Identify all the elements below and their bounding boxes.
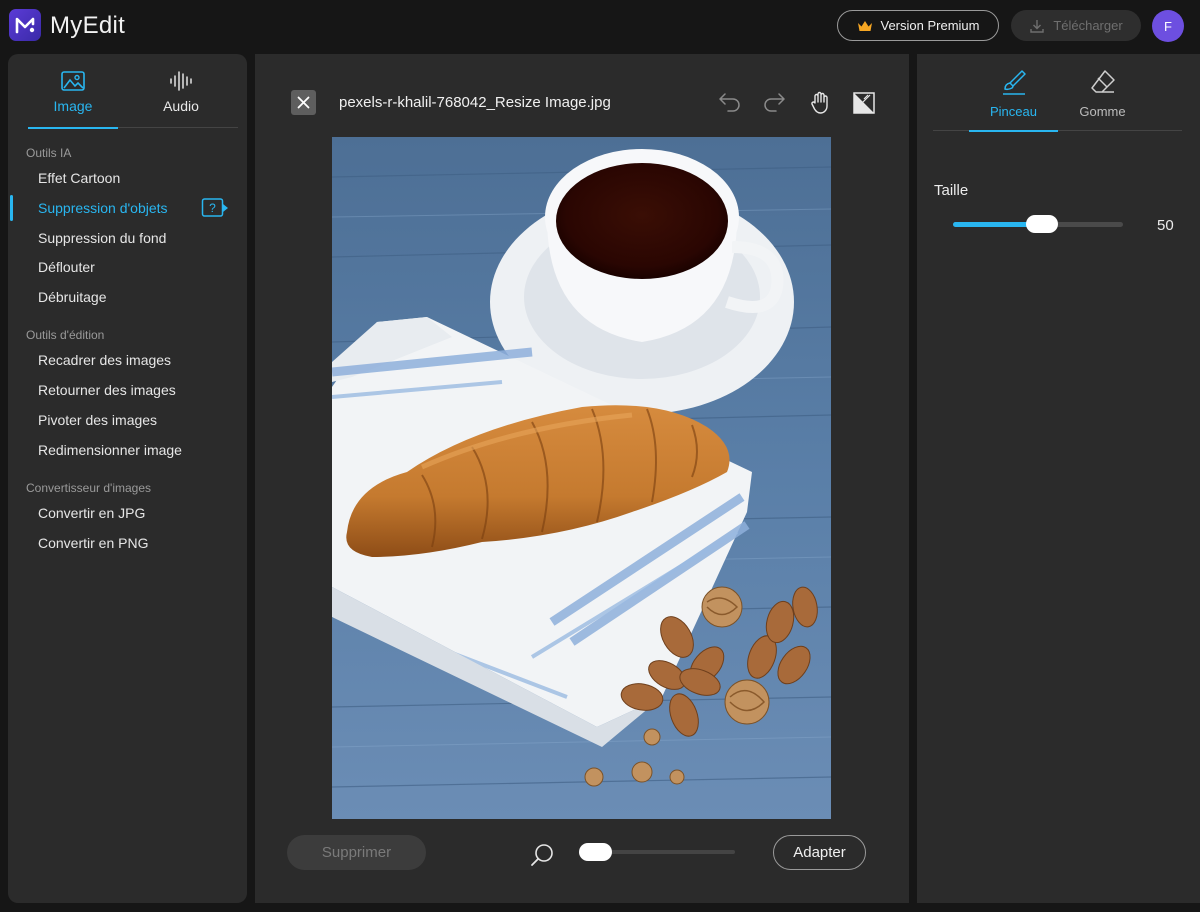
- image-canvas[interactable]: [332, 137, 831, 819]
- sidebar-item-label: Recadrer des images: [38, 352, 172, 368]
- sidebar-item-label: Suppression du fond: [38, 230, 167, 246]
- sidebar-item-label: Convertir en JPG: [38, 505, 146, 521]
- sidebar-item-label: Redimensionner image: [38, 442, 182, 458]
- svg-text:?: ?: [209, 201, 216, 215]
- brush-tabs: Pinceau Gomme: [933, 68, 1182, 132]
- sidebar-item-object-removal[interactable]: Suppression d'objets ?: [8, 194, 247, 222]
- tab-brush-label: Pinceau: [990, 104, 1037, 119]
- brush-icon: [1002, 70, 1026, 95]
- section-title-edit-tools: Outils d'édition: [26, 328, 105, 342]
- download-icon: [1030, 19, 1045, 33]
- left-sidebar: Image Audio Outils IA Effet Cartoon Supp…: [8, 54, 247, 903]
- redo-icon: [764, 93, 785, 112]
- zoom-slider-thumb[interactable]: [579, 843, 612, 861]
- audio-waveform-icon: [170, 71, 192, 91]
- file-name: pexels-r-khalil-768042_Resize Image.jpg: [339, 94, 611, 111]
- section-title-converter: Convertisseur d'images: [26, 481, 152, 495]
- video-help-icon[interactable]: ?: [201, 197, 229, 219]
- compare-button[interactable]: [851, 90, 877, 116]
- top-bar: MyEdit Version Premium Télécharger F: [0, 0, 1200, 52]
- sidebar-item-convert-png[interactable]: Convertir en PNG: [8, 529, 247, 557]
- editor-bottom-bar: Supprimer Adapter: [255, 834, 909, 874]
- tab-audio[interactable]: Audio: [136, 66, 226, 128]
- premium-button[interactable]: Version Premium: [837, 10, 999, 41]
- sidebar-item-label: Effet Cartoon: [38, 170, 121, 186]
- download-button[interactable]: Télécharger: [1011, 10, 1141, 41]
- compare-icon: [853, 92, 875, 114]
- download-label: Télécharger: [1053, 18, 1123, 33]
- brush-size-value: 50: [1157, 217, 1174, 234]
- tab-audio-label: Audio: [163, 98, 199, 114]
- myedit-logo[interactable]: [9, 9, 41, 41]
- tab-eraser-label: Gomme: [1079, 104, 1126, 119]
- crown-icon: [857, 20, 872, 31]
- sidebar-item-convert-jpg[interactable]: Convertir en JPG: [8, 499, 247, 527]
- pan-button[interactable]: [807, 90, 833, 116]
- editor-area: pexels-r-khalil-768042_Resize Image.jpg: [255, 54, 909, 903]
- mode-tabs: Image Audio: [28, 66, 238, 129]
- brush-size-slider-thumb[interactable]: [1026, 215, 1058, 233]
- tab-brush[interactable]: Pinceau: [969, 68, 1058, 132]
- sidebar-item-resize[interactable]: Redimensionner image: [8, 436, 247, 464]
- croissant-photo: [332, 137, 831, 819]
- sidebar-item-denoise[interactable]: Débruitage: [8, 283, 247, 311]
- tab-eraser[interactable]: Gomme: [1058, 68, 1147, 131]
- undo-icon: [719, 93, 740, 112]
- sidebar-item-label: Déflouter: [38, 259, 95, 275]
- undo-button[interactable]: [717, 90, 743, 116]
- eraser-icon: [1090, 70, 1115, 93]
- sidebar-item-label: Suppression d'objets: [38, 200, 168, 216]
- sidebar-item-unblur[interactable]: Déflouter: [8, 253, 247, 281]
- sidebar-item-crop[interactable]: Recadrer des images: [8, 346, 247, 374]
- sidebar-item-background-removal[interactable]: Suppression du fond: [8, 224, 247, 252]
- section-title-ai-tools: Outils IA: [26, 146, 72, 160]
- tab-image[interactable]: Image: [28, 66, 118, 129]
- premium-label: Version Premium: [880, 18, 980, 33]
- avatar[interactable]: F: [1152, 10, 1184, 42]
- tab-image-label: Image: [53, 98, 93, 114]
- sidebar-item-label: Débruitage: [38, 289, 107, 305]
- zoom-icon[interactable]: [530, 842, 556, 868]
- close-icon: [297, 96, 310, 109]
- sidebar-item-flip[interactable]: Retourner des images: [8, 376, 247, 404]
- brush-size-label: Taille: [934, 182, 969, 199]
- sidebar-item-label: Pivoter des images: [38, 412, 158, 428]
- brush-panel: Pinceau Gomme Taille 50: [917, 54, 1200, 903]
- redo-button[interactable]: [761, 90, 787, 116]
- close-button[interactable]: [291, 90, 316, 115]
- myedit-logo-icon: [15, 17, 35, 34]
- hand-icon: [811, 91, 828, 114]
- brand-name: MyEdit: [50, 12, 126, 39]
- fit-button[interactable]: Adapter: [773, 835, 866, 870]
- sidebar-item-label: Convertir en PNG: [38, 535, 149, 551]
- delete-button[interactable]: Supprimer: [287, 835, 426, 870]
- image-icon: [61, 71, 85, 91]
- sidebar-item-label: Retourner des images: [38, 382, 176, 398]
- sidebar-item-cartoon-effect[interactable]: Effet Cartoon: [8, 164, 247, 192]
- sidebar-item-rotate[interactable]: Pivoter des images: [8, 406, 247, 434]
